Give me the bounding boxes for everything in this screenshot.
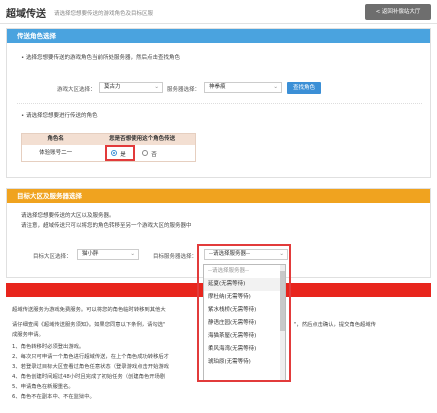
section-divider (17, 103, 422, 104)
target-note-1: 请选择您想要传送的大区以及服务器。 (21, 213, 115, 219)
terms-line: 请仔细查阅《超域传送服务须知》。如果您同意以下条例，请勾选" (12, 322, 166, 328)
confirm-radio-group: 是 否 (89, 145, 195, 161)
radio-no-label: 否 (151, 152, 157, 158)
target-area-label: 目标大区选择： (33, 254, 72, 260)
column-header-confirm: 您是否想使用这个角色传送 (109, 136, 176, 142)
terms-line: 成服务申请。 (12, 332, 44, 338)
area-select-value: 莫古力 (104, 84, 121, 90)
server-select-value: 神拳痕 (209, 84, 226, 90)
server-note: • 选择您想要传送的游戏角色当前所处服务器，然后点击查找角色 (21, 55, 180, 61)
chevron-down-icon: ⌄ (273, 84, 278, 90)
terms-line: 超域传送服务为游戏免费服务。可以将您的角色临时转移到其他大 (12, 307, 166, 313)
terms-line: 5、申请角色在新服重名。 (12, 384, 74, 390)
table-row: 体验账号二一 是 否 (22, 145, 195, 161)
radio-yes-label: 是 (120, 152, 126, 158)
target-area-value: 猫小胖 (82, 251, 99, 257)
target-server-heading: 目标大区及服务器选择 (7, 189, 430, 203)
find-character-button[interactable]: 查找角色 (287, 82, 321, 94)
column-header-name: 角色名 (47, 136, 64, 142)
character-note: • 请选择您想要进行传送的角色 (21, 113, 98, 119)
chevron-down-icon: ⌄ (154, 84, 159, 90)
character-select-panel: 传送角色选择 • 选择您想要传送的游戏角色当前所处服务器，然后点击查找角色 游戏… (6, 28, 431, 178)
server-select[interactable]: 神拳痕 ⌄ (204, 82, 282, 93)
target-server-label: 目标服务器选择： (153, 254, 198, 260)
target-area-select[interactable]: 猫小胖 ⌄ (77, 249, 139, 260)
character-table: 角色名 您是否想使用这个角色传送 体验账号二一 是 否 (21, 133, 196, 162)
character-select-heading: 传送角色选择 (7, 29, 430, 43)
terms-line: 2、每次只可申请一个角色进行超域传送，在上个角色成功转移后才 (12, 354, 169, 360)
back-to-hall-button[interactable]: < 返回补偿站大厅 (365, 4, 431, 20)
page-header: 超域传送 请选择您想要传送的游戏角色及目标区服 < 返回补偿站大厅 (0, 0, 437, 24)
area-select[interactable]: 莫古力 ⌄ (99, 82, 163, 93)
terms-line: 1、角色转移时必须登出游戏。 (12, 344, 85, 350)
page-title: 超域传送 (6, 9, 46, 20)
table-header: 角色名 您是否想使用这个角色传送 (22, 134, 195, 145)
dropdown-highlight-box (197, 244, 291, 382)
terms-line: 3、若登录过目标大区查看过角色任意状态（登录游戏点击开始游戏 (12, 364, 169, 370)
terms-line-fragment: "，然后点击确认，提交角色超域传 (294, 322, 376, 328)
terms-line: 4、角色创建时间超过48小时且完成了初始任务（创建角色开场剧 (12, 374, 166, 380)
page-subtitle: 请选择您想要传送的游戏角色及目标区服 (54, 11, 154, 17)
chevron-down-icon: ⌄ (130, 251, 135, 257)
character-name: 体验账号二一 (39, 149, 73, 156)
area-label: 游戏大区选择： (57, 87, 96, 93)
terms-line: 6、角色不在副本中、不在监狱中。 (12, 394, 95, 400)
target-note-2: 请注意，超域传送只可以将您的角色转移至另一个游戏大区的服务器中 (21, 223, 192, 229)
server-label: 服务器选择： (167, 87, 201, 93)
radio-no[interactable] (142, 150, 149, 156)
